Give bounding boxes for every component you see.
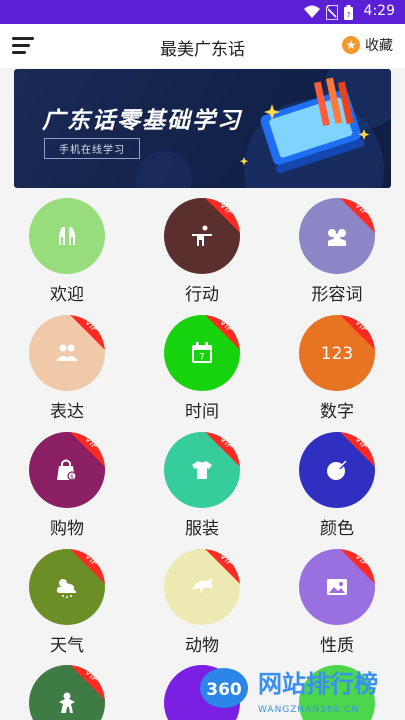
category-circle: VIP bbox=[29, 549, 105, 625]
weather-icon bbox=[56, 579, 77, 598]
category-time[interactable]: 7 VIP 时间 bbox=[147, 315, 257, 422]
category-circle: VIP bbox=[164, 549, 240, 625]
category-circle: VIP bbox=[29, 665, 105, 720]
people-icon bbox=[328, 229, 346, 246]
wifi-icon bbox=[304, 5, 320, 18]
star-icon: ★ bbox=[342, 36, 360, 54]
category-animal[interactable]: VIP 动物 bbox=[147, 549, 257, 656]
svg-text:?: ? bbox=[347, 11, 351, 19]
category-label: 购物 bbox=[50, 519, 84, 539]
category-circle: VIP bbox=[299, 432, 375, 508]
status-bar: ? 4:29 bbox=[0, 0, 405, 24]
category-circle: 123 VIP bbox=[299, 315, 375, 391]
category-circle bbox=[29, 198, 105, 274]
watermark-url: WANGZHAN360.CN bbox=[258, 705, 359, 715]
category-adjective[interactable]: VIP 形容词 bbox=[282, 198, 392, 305]
category-circle: VIP bbox=[164, 198, 240, 274]
category-circle: VIP bbox=[299, 198, 375, 274]
category-circle: VIP bbox=[164, 432, 240, 508]
category-color[interactable]: VIP 颜色 bbox=[282, 432, 392, 539]
category-label: 服装 bbox=[185, 519, 219, 539]
category-circle: VIP bbox=[299, 549, 375, 625]
shirt-icon bbox=[192, 461, 212, 479]
category-circle: 7 VIP bbox=[164, 315, 240, 391]
calendar-icon: 7 bbox=[192, 342, 212, 363]
person-icon bbox=[59, 692, 75, 713]
category-label: 数字 bbox=[320, 402, 354, 422]
category-label: 颜色 bbox=[320, 519, 354, 539]
svg-text:123: 123 bbox=[321, 344, 353, 363]
status-icons: ? bbox=[304, 4, 353, 20]
watermark: 360 网站排行榜 WANGZHAN360.CN bbox=[200, 668, 378, 715]
category-numbers[interactable]: 123 VIP 数字 bbox=[282, 315, 392, 422]
picture-icon bbox=[327, 579, 347, 595]
svg-text:$: $ bbox=[70, 474, 74, 481]
numbers-icon: 123 bbox=[321, 344, 353, 363]
category-label: 形容词 bbox=[311, 285, 363, 305]
battery-icon: ? bbox=[344, 4, 353, 20]
category-circle: $ VIP bbox=[29, 432, 105, 508]
category-label: 时间 bbox=[185, 402, 219, 422]
category-clothing[interactable]: VIP 服装 bbox=[147, 432, 257, 539]
watermark-badge: 360 bbox=[206, 680, 242, 700]
category-circle: VIP bbox=[29, 315, 105, 391]
no-sim-icon bbox=[326, 4, 338, 20]
dolphin-icon bbox=[192, 578, 213, 593]
running-icon bbox=[192, 225, 212, 246]
category-label: 行动 bbox=[185, 285, 219, 305]
category-expression[interactable]: VIP 表达 bbox=[12, 315, 122, 422]
category-label: 表达 bbox=[50, 402, 84, 422]
banner-subtitle: 手机在线学习 bbox=[44, 138, 140, 159]
category-shopping[interactable]: $ VIP 购物 bbox=[12, 432, 122, 539]
category-welcome[interactable]: 欢迎 bbox=[12, 198, 122, 305]
category-weather[interactable]: VIP 天气 bbox=[12, 549, 122, 656]
palette-icon bbox=[327, 460, 348, 480]
category-label: 天气 bbox=[50, 636, 84, 656]
svg-text:7: 7 bbox=[199, 353, 205, 363]
category-label: 动物 bbox=[185, 636, 219, 656]
group-icon bbox=[56, 344, 78, 361]
shopping-bag-icon: $ bbox=[57, 459, 77, 481]
favorite-button[interactable]: ★ 收藏 bbox=[342, 35, 393, 55]
category-action[interactable]: VIP 行动 bbox=[147, 198, 257, 305]
app-bar: 最美广东话 ★ 收藏 bbox=[0, 24, 405, 68]
category-partial-1[interactable]: VIP bbox=[12, 665, 122, 720]
clock: 4:29 bbox=[363, 3, 395, 19]
category-label: 欢迎 bbox=[50, 285, 84, 305]
banner-title: 广东话零基础学习 bbox=[42, 108, 242, 134]
category-label: 性质 bbox=[320, 636, 354, 656]
watermark-title: 网站排行榜 bbox=[258, 670, 378, 698]
handshake-icon bbox=[59, 227, 75, 245]
favorite-label: 收藏 bbox=[365, 38, 393, 54]
banner[interactable]: 广东话零基础学习 手机在线学习 bbox=[14, 69, 391, 188]
category-property[interactable]: VIP 性质 bbox=[282, 549, 392, 656]
